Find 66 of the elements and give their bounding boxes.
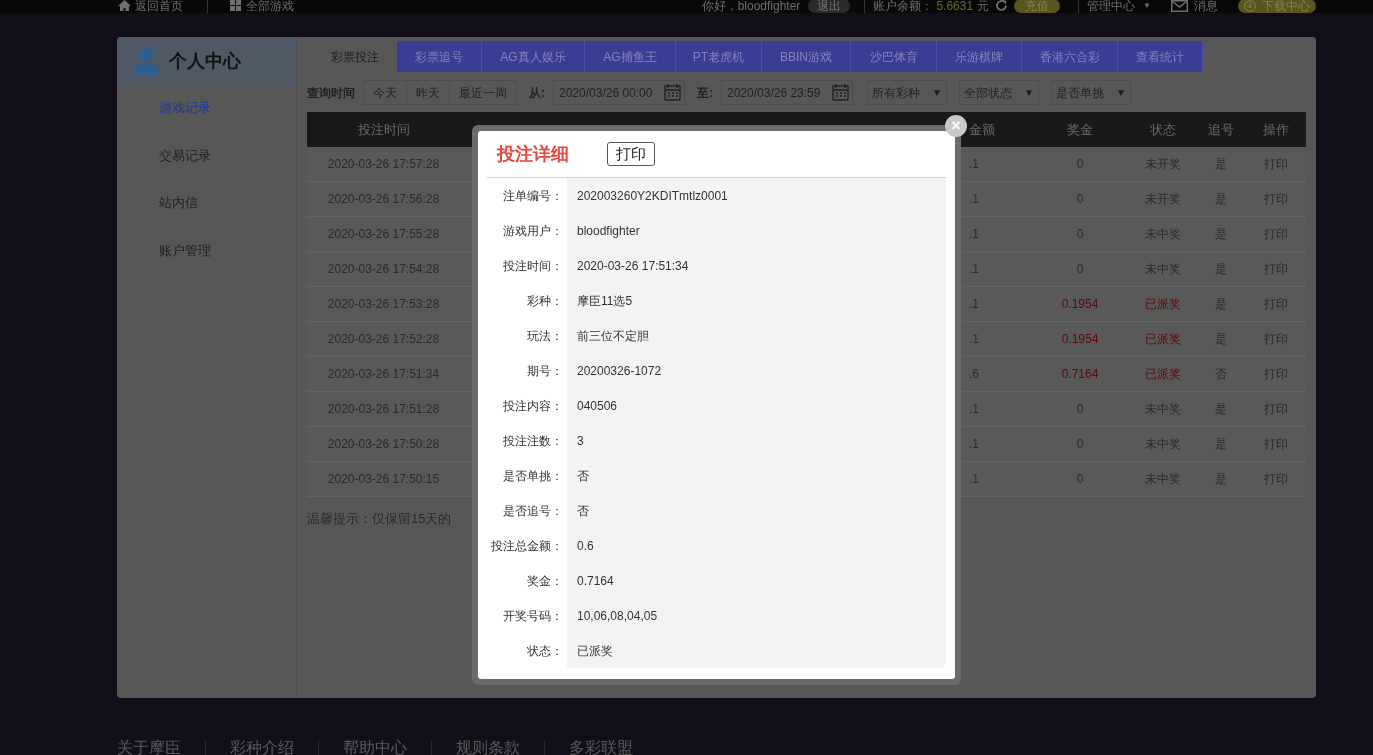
field-value: 040506: [567, 388, 946, 423]
user-icon: [133, 47, 159, 75]
calendar-icon: [832, 84, 849, 101]
tab[interactable]: 彩票追号: [397, 41, 482, 72]
field-value: 否: [567, 493, 946, 528]
date-field[interactable]: 2020/03/26 00:00: [553, 80, 685, 105]
date-field[interactable]: 2020/03/26 23:59: [721, 80, 853, 105]
table-cell-text: 已派奖: [1144, 366, 1182, 383]
tab[interactable]: 沙巴体育: [851, 41, 937, 72]
calendar-icon: [664, 84, 681, 101]
field-value: 0.6: [567, 528, 946, 563]
balance-label: 账户余额：: [873, 0, 934, 13]
tab[interactable]: AG捕鱼王: [585, 41, 676, 72]
menu-dropdown[interactable]: 管理中心 ▼: [1078, 0, 1151, 13]
footer-link[interactable]: 规则条款: [456, 736, 520, 755]
column-header: 金额: [969, 120, 996, 139]
table-cell-text: 0.1954: [1060, 296, 1100, 313]
print-button[interactable]: 打印: [607, 142, 655, 166]
column-header: 投注时间: [356, 120, 411, 139]
field-value: 前三位不定胆: [567, 318, 946, 353]
table-cell-text: 0.1954: [1060, 331, 1100, 348]
download-icon: [1244, 0, 1256, 12]
nav-link[interactable]: 全部游戏: [246, 0, 294, 13]
logout-button[interactable]: 退出: [808, 0, 851, 13]
grid-icon: [230, 0, 241, 11]
date-label: 至:: [697, 84, 713, 102]
field-value: 20200326-1072: [567, 353, 946, 388]
tab[interactable]: 查看统计: [1118, 41, 1203, 72]
filter-label: 查询时间: [307, 84, 355, 102]
sidebar-title: 个人中心: [169, 49, 241, 73]
mail-icon: [1171, 0, 1188, 12]
field-value: 0.7164: [567, 563, 946, 598]
column-header: 奖金: [1066, 120, 1094, 139]
field-value: 否: [567, 458, 946, 493]
footer-link[interactable]: 关于摩臣: [117, 736, 181, 755]
tab[interactable]: 香港六合彩: [1022, 41, 1118, 72]
field-value: 202003260Y2KDITmtlz0001: [567, 178, 946, 213]
field-value: 2020-03-26 17:51:34: [567, 248, 946, 283]
field-value: 已派奖: [567, 633, 946, 668]
footer-link[interactable]: 帮助中心: [343, 736, 407, 755]
field-value: 摩臣11选5: [567, 283, 946, 318]
home-icon: [118, 0, 131, 11]
tab[interactable]: PT老虎机: [676, 41, 762, 72]
footer-link[interactable]: 彩种介绍: [230, 736, 294, 755]
messages-link[interactable]: 消息: [1194, 0, 1218, 13]
date-label: 从:: [529, 84, 545, 102]
table-cell-text: 0.7164: [1060, 366, 1100, 383]
column-header: 追号: [1207, 120, 1235, 139]
field-value: 3: [567, 423, 946, 458]
balance-value: 5.6631: [936, 0, 974, 13]
tab[interactable]: AG真人娱乐: [482, 41, 585, 72]
refresh-icon: [995, 0, 1009, 12]
modal-title: 投注详细: [497, 142, 569, 166]
column-header: 状态: [1149, 120, 1177, 139]
sidebar-item[interactable]: 游戏记录: [159, 98, 296, 118]
table-cell-text: 已派奖: [1144, 296, 1182, 313]
greeting-text: 你好，bloodfighter: [701, 0, 801, 13]
balance-unit: 元: [977, 0, 990, 13]
tab[interactable]: 乐游棋牌: [937, 41, 1022, 72]
footer-link[interactable]: 多彩联盟: [569, 736, 633, 755]
nav-link[interactable]: 返回首页: [135, 0, 183, 13]
column-header: 操作: [1262, 120, 1290, 139]
tab[interactable]: BBIN游戏: [762, 41, 851, 72]
field-value: bloodfighter: [567, 213, 946, 248]
table-cell-text: 已派奖: [1144, 331, 1182, 348]
field-value: 10,06,08,04,05: [567, 598, 946, 633]
